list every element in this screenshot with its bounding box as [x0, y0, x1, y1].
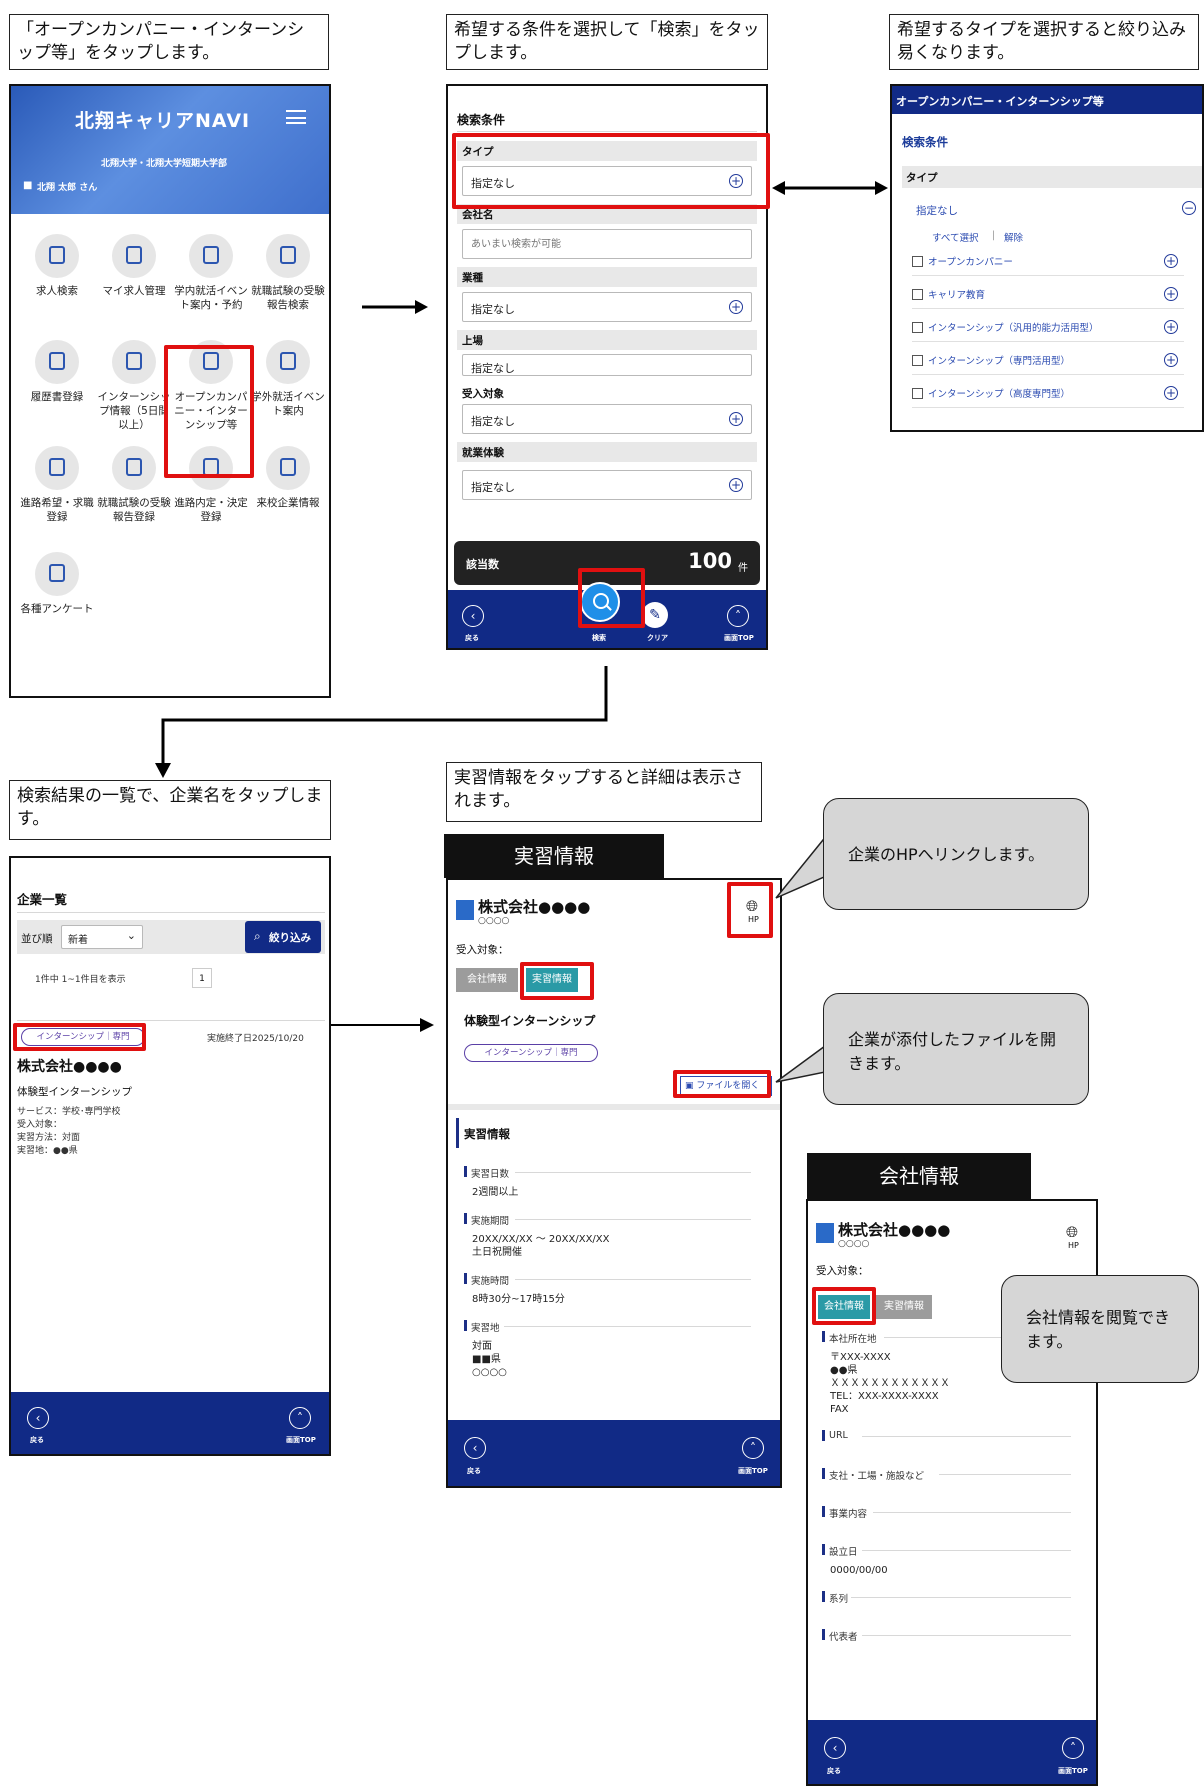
field-accent: [822, 1468, 825, 1479]
bubble-company: 会社情報を閲覧できます。: [1001, 1275, 1199, 1383]
field-accent: [822, 1430, 825, 1441]
company-band: 会社情報: [807, 1153, 1031, 1199]
top-label: 画面TOP: [1058, 1767, 1088, 1775]
field-label: 設立日: [829, 1547, 858, 1558]
bubble-text: 企業が添付したファイルを開きます。: [848, 1030, 1057, 1073]
field-label: URL: [829, 1430, 848, 1441]
field-accent: [822, 1506, 825, 1517]
field-accent: [822, 1331, 825, 1342]
field-label: 代表者: [829, 1632, 858, 1643]
building-icon: [816, 1223, 834, 1243]
bottom-nav: ‹ 戻る ˄ 画面TOP: [808, 1720, 1096, 1784]
company-kana: ○○○○: [838, 1239, 870, 1249]
field-divider: [862, 1436, 1071, 1437]
field-accent: [822, 1629, 825, 1640]
field-accent: [822, 1544, 825, 1555]
field-value: 0000/00/00: [830, 1565, 888, 1576]
bubble-file: 企業が添付したファイルを開きます。: [823, 993, 1089, 1105]
globe-icon[interactable]: 🌐︎: [1066, 1223, 1078, 1241]
field-accent: [822, 1591, 825, 1602]
bubble-text: 会社情報を閲覧できます。: [1026, 1308, 1171, 1351]
hp-label: HP: [1068, 1241, 1079, 1250]
back-label: 戻る: [827, 1767, 841, 1775]
field-divider: [939, 1474, 1071, 1475]
bubble-text: 企業のHPへリンクします。: [848, 845, 1045, 864]
highlight-company-tab: [812, 1287, 876, 1325]
tab-practice[interactable]: 実習情報: [876, 1295, 932, 1319]
field-divider: [873, 1512, 1071, 1513]
company-fields: 本社所在地〒XXX-XXXX ●●県 ＸＸＸＸＸＸＸＸＸＸＸＸ TEL：XXX-…: [822, 1331, 1092, 1721]
back-icon[interactable]: ‹: [824, 1737, 846, 1759]
field-label: 支社・工場・施設など: [829, 1471, 925, 1482]
target-label: 受入対象：: [816, 1265, 869, 1277]
bubble-hp: 企業のHPへリンクします。: [823, 798, 1089, 910]
company-name: 株式会社●●●●: [838, 1221, 951, 1239]
field-label: 本社所在地: [829, 1334, 877, 1345]
top-icon[interactable]: ˄: [1062, 1737, 1084, 1759]
field-divider: [851, 1597, 1071, 1598]
field-divider: [862, 1635, 1071, 1636]
field-label: 事業内容: [829, 1509, 868, 1520]
field-value: 〒XXX-XXXX ●●県 ＸＸＸＸＸＸＸＸＸＸＸＸ TEL：XXX-XXXX-…: [830, 1352, 950, 1415]
field-divider: [862, 1550, 1071, 1551]
field-label: 系列: [829, 1594, 849, 1605]
